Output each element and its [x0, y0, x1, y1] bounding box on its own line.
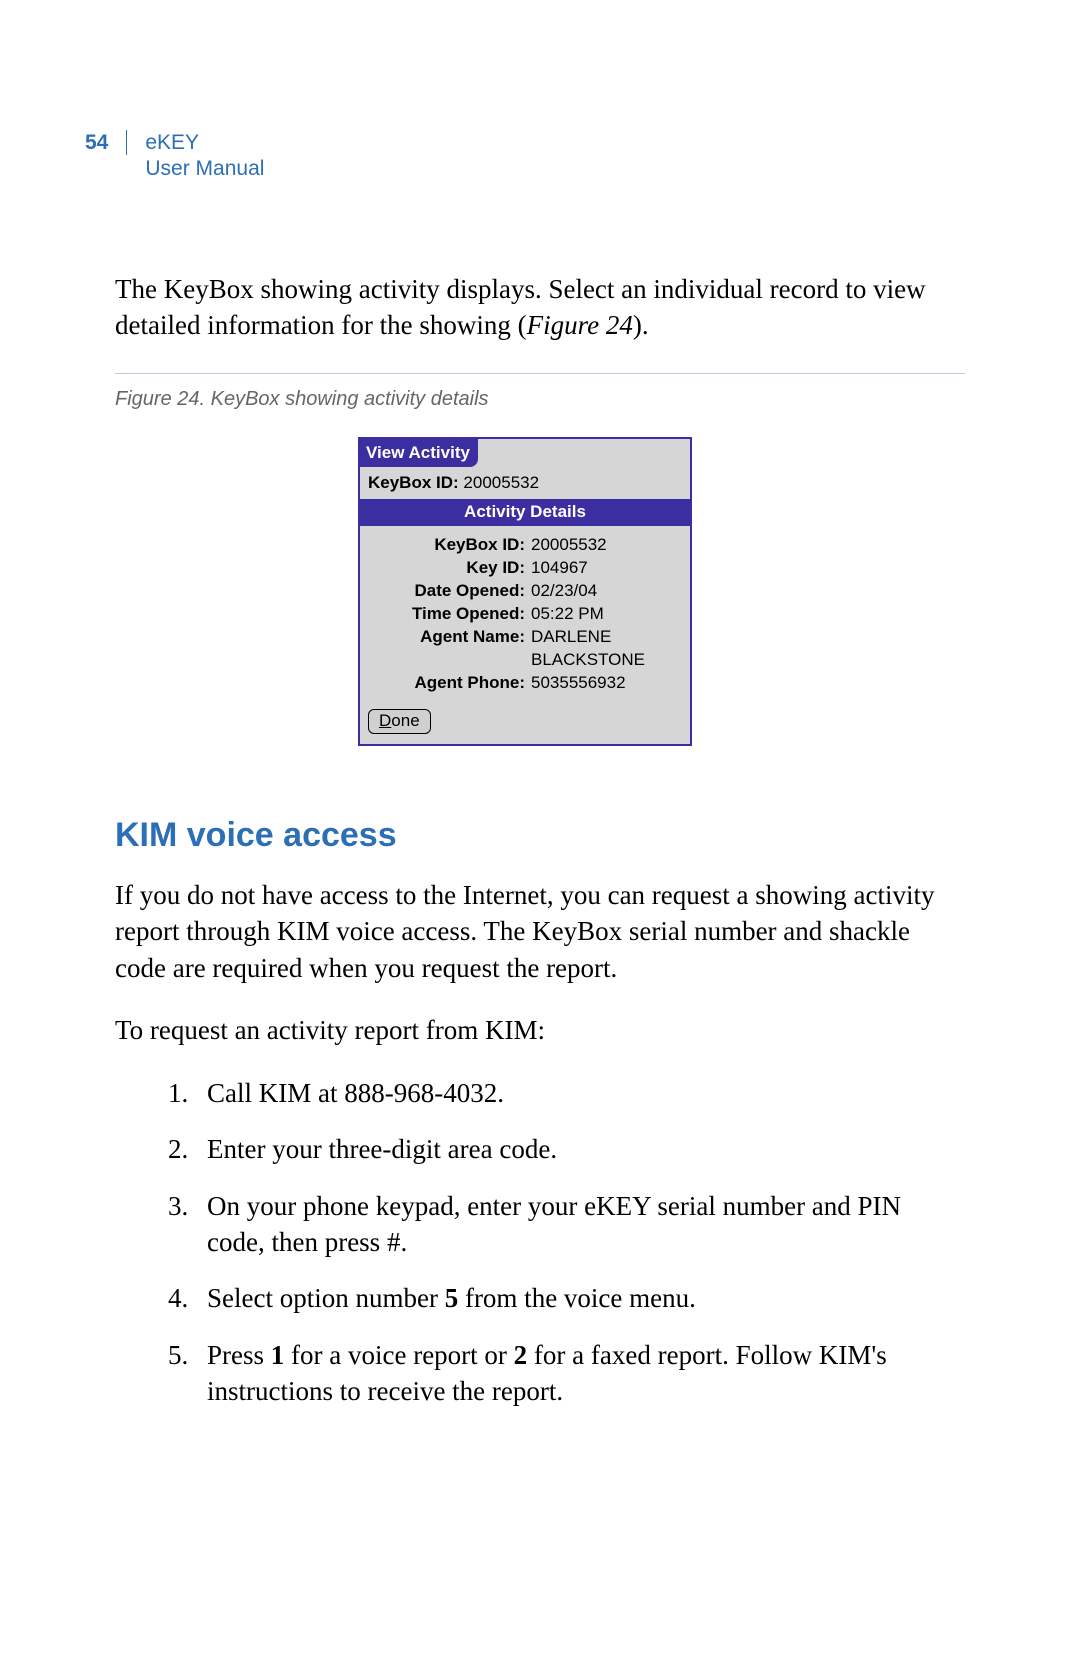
kim-steps-list: Call KIM at 888-968-4032. Enter your thr… [155, 1075, 965, 1410]
detail-value: 5035556932 [531, 672, 680, 695]
page-number: 54 [85, 130, 127, 155]
detail-label: Date Opened: [370, 580, 531, 603]
palm-titlebar: View Activity [360, 439, 690, 467]
detail-row: . BLACKSTONE [370, 649, 680, 672]
step-2: Enter your three-digit area code. [195, 1131, 965, 1167]
detail-row: Key ID: 104967 [370, 557, 680, 580]
intro-paragraph: The KeyBox showing activity displays. Se… [115, 271, 965, 344]
page: 54 eKEY User Manual The KeyBox showing a… [0, 0, 1080, 1530]
detail-label: Agent Name: [370, 626, 531, 649]
detail-row: Date Opened: 02/23/04 [370, 580, 680, 603]
step4-option-number: 5 [445, 1283, 459, 1313]
intro-text-end: ). [633, 310, 649, 340]
header-doctype: User Manual [145, 156, 264, 182]
detail-row: KeyBox ID: 20005532 [370, 534, 680, 557]
palm-footer: Done [360, 703, 690, 744]
detail-row: Agent Phone: 5035556932 [370, 672, 680, 695]
intro-text: The KeyBox showing activity displays. Se… [115, 274, 926, 340]
keybox-activity-screenshot: View Activity KeyBox ID: 20005532 Activi… [358, 437, 692, 746]
step-4: Select option number 5 from the voice me… [195, 1280, 965, 1316]
kim-paragraph: If you do not have access to the Interne… [115, 877, 965, 986]
activity-details-body: KeyBox ID: 20005532 Key ID: 104967 Date … [360, 526, 690, 703]
detail-row: Agent Name: DARLENE [370, 626, 680, 649]
step5-b: for a voice report or [284, 1340, 513, 1370]
detail-value: 05:22 PM [531, 603, 680, 626]
detail-value: 02/23/04 [531, 580, 680, 603]
done-button-underline: D [379, 711, 391, 730]
detail-value: DARLENE [531, 626, 680, 649]
step5-opt1: 1 [271, 1340, 285, 1370]
done-button[interactable]: Done [368, 709, 431, 734]
figure-caption: Figure 24. KeyBox showing activity detai… [115, 388, 965, 411]
activity-details-header: Activity Details [360, 499, 690, 526]
step-1: Call KIM at 888-968-4032. [195, 1075, 965, 1111]
detail-row: Time Opened: 05:22 PM [370, 603, 680, 626]
figure-ref: Figure 24 [527, 310, 633, 340]
figure-rule [115, 373, 965, 374]
detail-label: KeyBox ID: [370, 534, 531, 557]
header-product: eKEY [145, 130, 264, 156]
detail-value: BLACKSTONE [531, 649, 680, 672]
view-activity-tab: View Activity [360, 439, 478, 467]
detail-label: Time Opened: [370, 603, 531, 626]
detail-label: Agent Phone: [370, 672, 531, 695]
page-header: 54 eKEY User Manual [85, 130, 965, 183]
detail-value: 20005532 [531, 534, 680, 557]
detail-label: Key ID: [370, 557, 531, 580]
keybox-id-row: KeyBox ID: 20005532 [360, 467, 690, 499]
section-heading-kim-voice-access: KIM voice access [115, 816, 965, 855]
header-doc-title: eKEY User Manual [127, 130, 264, 183]
keybox-id-label: KeyBox ID: [368, 473, 459, 492]
step-5: Press 1 for a voice report or 2 for a fa… [195, 1337, 965, 1410]
step-3: On your phone keypad, enter your eKEY se… [195, 1188, 965, 1261]
keybox-id-value: 20005532 [463, 473, 539, 492]
step4-post: from the voice menu. [458, 1283, 696, 1313]
step5-opt2: 2 [514, 1340, 528, 1370]
kim-lead-in: To request an activity report from KIM: [115, 1012, 965, 1048]
step5-a: Press [207, 1340, 271, 1370]
detail-value: 104967 [531, 557, 680, 580]
step4-pre: Select option number [207, 1283, 445, 1313]
done-button-rest: one [391, 711, 419, 730]
